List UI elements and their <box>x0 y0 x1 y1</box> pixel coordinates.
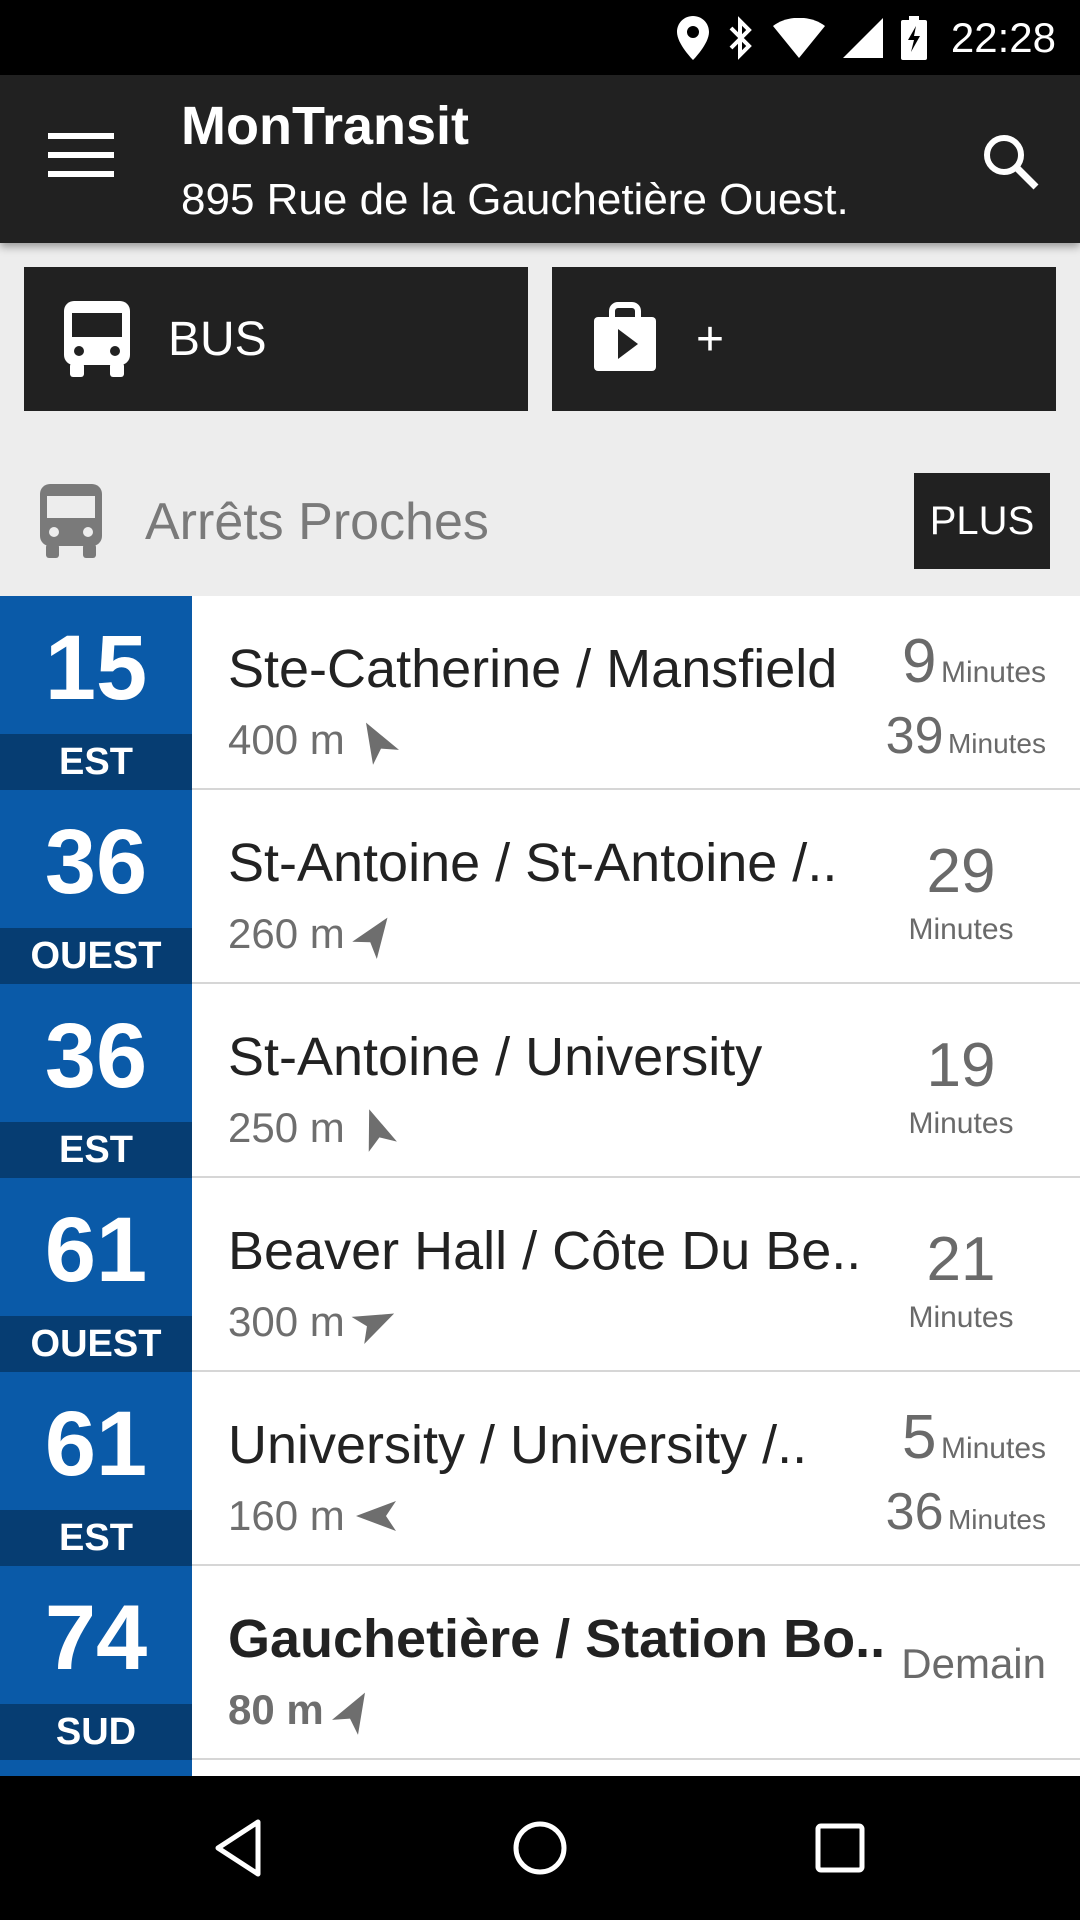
distance-value: 250 m <box>228 1104 345 1151</box>
menu-icon[interactable] <box>48 133 114 185</box>
agency-label: + <box>696 312 725 366</box>
route-direction: OUEST <box>0 1316 192 1372</box>
route-number: 36 <box>44 811 148 913</box>
following-departure: 39 Minutes <box>885 707 1046 765</box>
distance-value: 160 m <box>228 1492 345 1539</box>
search-icon[interactable] <box>980 131 1040 191</box>
app-title: MonTransit <box>181 96 470 156</box>
list-item[interactable]: 74 SUD Gauchetière / Station Bo.. 80 m D… <box>0 1566 1080 1760</box>
list-item[interactable]: 61 OUEST Beaver Hall / Côte Du Be.. 300 … <box>0 1178 1080 1372</box>
bus-icon <box>40 484 102 558</box>
distance-value: 80 m <box>228 1686 324 1733</box>
app-bar: MonTransit 895 Rue de la Gauchetière Oue… <box>0 75 1080 243</box>
route-direction: EST <box>0 1122 192 1178</box>
time-unit: Minutes <box>908 1301 1014 1334</box>
location-icon <box>676 15 709 60</box>
status-bar: 22:28 <box>0 0 1080 75</box>
route-number: 74 <box>44 1587 148 1689</box>
stop-distance: 160 m <box>228 1492 396 1540</box>
schedule: Demain <box>876 1566 1046 1760</box>
stop-name: Gauchetière / Station Bo.. <box>228 1609 886 1669</box>
route-number: 36 <box>44 1005 148 1107</box>
route-direction: EST <box>0 1510 192 1566</box>
distance-value: 400 m <box>228 716 345 763</box>
route-badge: 74 SUD <box>0 1566 192 1760</box>
next-departure: 5 Minutes <box>902 1403 1046 1472</box>
time-unit: Minutes <box>908 1107 1014 1140</box>
route-number: 61 <box>44 1393 148 1495</box>
route-badge: 61 OUEST <box>0 1178 192 1372</box>
departure-status: Demain <box>901 1640 1046 1687</box>
list-item[interactable]: 36 EST St-Antoine / University 250 m 19 … <box>0 984 1080 1178</box>
route-number: 61 <box>44 1199 148 1301</box>
add-agency-button[interactable]: + <box>552 267 1056 411</box>
stop-name: St-Antoine / University <box>228 1027 763 1087</box>
list-item[interactable] <box>0 1760 1080 1776</box>
next-departure: 29 <box>926 837 996 906</box>
wifi-icon <box>772 17 825 58</box>
time-unit: Minutes <box>908 913 1014 946</box>
bus-icon <box>64 301 130 377</box>
bluetooth-icon <box>729 15 752 60</box>
route-badge: 61 EST <box>0 1372 192 1566</box>
list-item[interactable]: 61 EST University / University /.. 160 m… <box>0 1372 1080 1566</box>
signal-icon <box>842 17 883 58</box>
next-departure: 19 <box>926 1031 996 1100</box>
route-badge: 36 OUEST <box>0 790 192 984</box>
stop-name: University / University /.. <box>228 1415 808 1475</box>
battery-icon <box>900 15 927 60</box>
home-icon[interactable] <box>508 1816 572 1880</box>
route-badge: 36 EST <box>0 984 192 1178</box>
compass-arrow-icon <box>365 722 399 765</box>
route-direction: SUD <box>0 1704 192 1760</box>
route-badge: 15 EST <box>0 596 192 790</box>
route-badge <box>0 1760 192 1776</box>
more-button[interactable]: PLUS <box>914 473 1050 569</box>
following-departure: 36 Minutes <box>885 1483 1046 1541</box>
stop-distance: 80 m <box>228 1686 372 1735</box>
stop-distance: 400 m <box>228 716 399 765</box>
list-item[interactable]: 15 EST Ste-Catherine / Mansfield 400 m 9… <box>0 596 1080 790</box>
stop-name: Ste-Catherine / Mansfield <box>228 639 838 699</box>
distance-value: 300 m <box>228 1298 345 1345</box>
stops-list[interactable]: 15 EST Ste-Catherine / Mansfield 400 m 9… <box>0 596 1080 1776</box>
play-store-icon <box>594 302 656 371</box>
navigation-bar <box>0 1776 1080 1920</box>
route-direction: OUEST <box>0 928 192 984</box>
compass-arrow-icon <box>355 1501 396 1531</box>
stop-distance: 250 m <box>228 1104 397 1152</box>
stop-distance: 260 m <box>228 910 393 959</box>
stop-name: Beaver Hall / Côte Du Be.. <box>228 1221 862 1281</box>
compass-arrow-icon <box>351 917 388 959</box>
compass-arrow-icon <box>351 1313 394 1345</box>
clock: 22:28 <box>950 13 1056 61</box>
compass-arrow-icon <box>331 1692 365 1735</box>
route-direction: EST <box>0 734 192 790</box>
stop-name: St-Antoine / St-Antoine /.. <box>228 833 838 893</box>
stop-distance: 300 m <box>228 1298 394 1346</box>
agency-buttons: BUS + <box>24 267 1056 411</box>
recents-icon[interactable] <box>808 1816 872 1880</box>
schedule: 29 Minutes <box>876 790 1046 984</box>
next-departure: 21 <box>926 1225 996 1294</box>
schedule: 9 Minutes 39 Minutes <box>876 596 1046 790</box>
back-icon[interactable] <box>208 1816 272 1880</box>
location-subtitle: 895 Rue de la Gauchetière Ouest. <box>181 175 849 224</box>
schedule: 5 Minutes 36 Minutes <box>876 1372 1046 1566</box>
compass-arrow-icon <box>368 1109 397 1152</box>
nearby-stops-header: Arrêts Proches PLUS <box>0 440 1080 596</box>
route-number: 15 <box>44 617 148 719</box>
agency-label: BUS <box>168 312 267 366</box>
distance-value: 260 m <box>228 910 345 957</box>
section-title: Arrêts Proches <box>145 493 489 551</box>
list-item[interactable]: 36 OUEST St-Antoine / St-Antoine /.. 260… <box>0 790 1080 984</box>
schedule: 19 Minutes <box>876 984 1046 1178</box>
next-departure: 9 Minutes <box>902 627 1046 696</box>
bus-agency-button[interactable]: BUS <box>24 267 528 411</box>
schedule: 21 Minutes <box>876 1178 1046 1372</box>
